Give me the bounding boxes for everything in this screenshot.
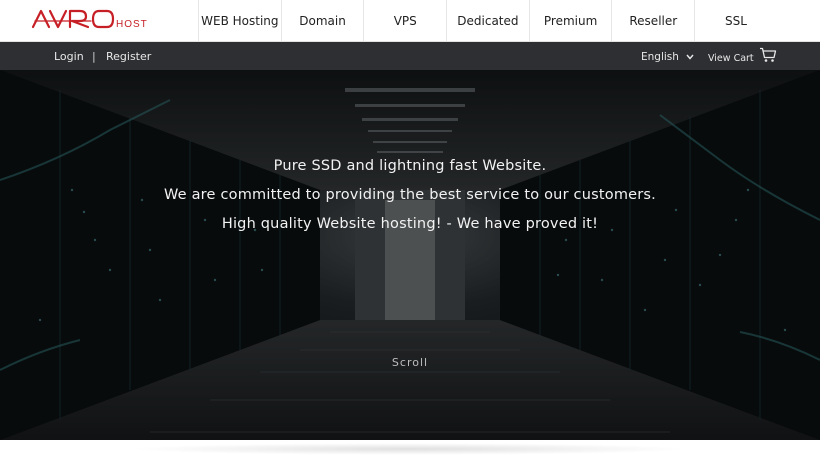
hero-dark-overlay <box>0 70 820 440</box>
language-selector[interactable]: English <box>641 51 694 63</box>
view-cart-label: View Cart <box>708 52 754 64</box>
register-link[interactable]: Register <box>106 50 151 63</box>
shopping-cart-icon <box>759 47 777 66</box>
hero-headline-3: High quality Website hosting! - We have … <box>221 216 599 232</box>
chevron-down-icon <box>686 51 694 63</box>
nav-web-hosting[interactable]: WEB Hosting <box>198 0 281 42</box>
nav-ssl[interactable]: SSL <box>694 0 777 42</box>
section-shadow <box>130 443 690 455</box>
login-link[interactable]: Login <box>54 50 84 63</box>
nav-dedicated[interactable]: Dedicated <box>446 0 529 42</box>
login-register-separator: | <box>92 50 96 63</box>
scroll-link[interactable]: Scroll <box>0 356 820 369</box>
top-navigation: HOST WEB Hosting Domain VPS Dedicated Pr… <box>0 0 820 42</box>
avrohost-logo[interactable]: HOST <box>31 8 157 30</box>
logo-host-text: HOST <box>116 19 148 30</box>
nav-vps[interactable]: VPS <box>363 0 446 42</box>
main-menu: WEB Hosting Domain VPS Dedicated Premium… <box>198 0 777 42</box>
hero-banner: Pure SSD and lightning fast Website. We … <box>0 70 820 440</box>
view-cart-link[interactable]: View Cart <box>708 47 777 66</box>
language-label: English <box>641 51 679 63</box>
hero-headline-1: Pure SSD and lightning fast Website. <box>273 158 547 174</box>
nav-domain[interactable]: Domain <box>280 0 364 42</box>
nav-reseller[interactable]: Reseller <box>611 0 694 42</box>
nav-premium[interactable]: Premium <box>528 0 612 42</box>
account-bar: Login | Register English View Cart <box>0 42 820 70</box>
hero-headline-2: We are committed to providing the best s… <box>163 187 656 203</box>
